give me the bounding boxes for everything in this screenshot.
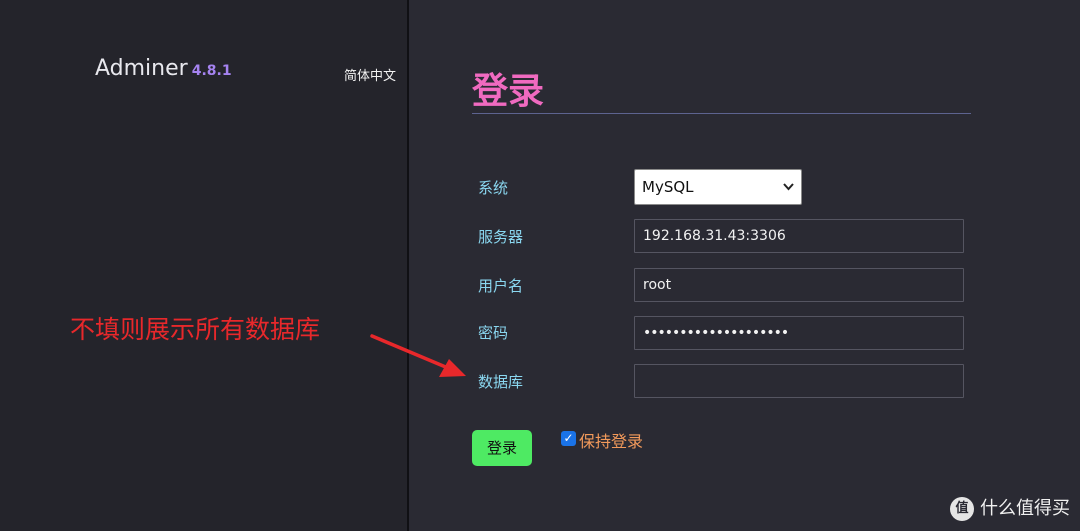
username-input[interactable]: root (634, 268, 964, 302)
password-input[interactable]: •••••••••••••••••••• (634, 316, 964, 350)
watermark-logo-icon: 值 (950, 497, 974, 521)
system-label: 系统 (478, 179, 509, 197)
system-select[interactable]: MySQL (634, 169, 802, 205)
remember-checkbox[interactable]: ✓ (561, 431, 576, 446)
database-label: 数据库 (478, 373, 524, 391)
remember-label[interactable]: 保持登录 (579, 428, 643, 452)
watermark-text: 什么值得买 (980, 498, 1070, 519)
system-select-value: MySQL (642, 178, 694, 196)
login-button[interactable]: 登录 (472, 430, 532, 466)
chevron-down-icon (783, 170, 794, 218)
page-title: 登录 (472, 71, 545, 112)
watermark: 值什么值得买 (950, 494, 1070, 521)
username-label: 用户名 (478, 277, 524, 295)
checkmark-icon: ✓ (563, 431, 574, 445)
title-divider (472, 113, 971, 114)
server-input[interactable]: 192.168.31.43:3306 (634, 219, 964, 253)
database-input[interactable] (634, 364, 964, 398)
password-label: 密码 (478, 324, 509, 342)
server-label: 服务器 (478, 228, 524, 246)
